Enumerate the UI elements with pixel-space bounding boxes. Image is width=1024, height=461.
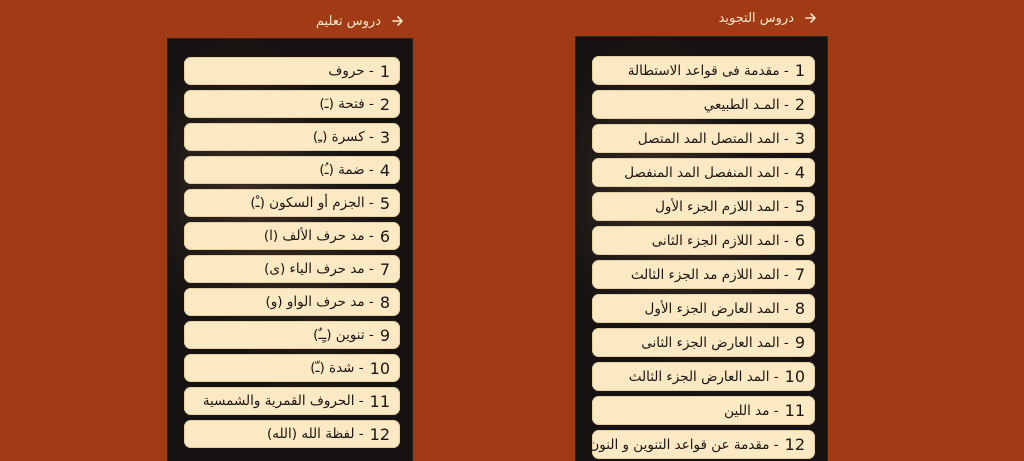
lesson-item[interactable]: 8 - مد حرف الواو (و) [184,288,400,316]
panel-taalim-title: دروس تعليم [315,13,381,29]
panel-tajweed-header[interactable]: دروس التجويد [708,6,818,30]
lesson-number: 7 [379,259,390,279]
lesson-number: 5 [379,193,390,213]
lesson-item[interactable]: 8 - المد العارض الجزء الأول [592,294,815,323]
lesson-item[interactable]: 12 - لفظة الله (الله) [184,420,400,448]
lesson-item[interactable]: 6 - المد اللازم الجزء الثانى [592,226,815,255]
lesson-number: 2 [794,95,805,114]
panel-tajweed-title: دروس التجويد [718,10,794,26]
lesson-item[interactable]: 12 - مقدمة عن قواعد التنوين و النون ... [592,430,815,459]
lesson-label: - المد المتصل المد المتصل [637,130,789,147]
lesson-label: - تنوين (ـٍـٌ) [313,327,374,343]
lesson-number: 3 [379,127,390,147]
lesson-number: 12 [369,424,390,444]
arrow-right-icon[interactable] [391,14,405,28]
lesson-item[interactable]: 9 - المد العارض الجزء الثانى [592,328,815,357]
lesson-label: - مد حرف الواو (و) [265,294,374,310]
lesson-item[interactable]: 6 - مد حرف الألف (ا) [184,222,400,250]
lesson-number: 9 [794,333,805,352]
lesson-label: - مقدمة عن قواعد التنوين و النون ... [592,436,779,453]
lesson-label: - كسرة (ـِ) [312,129,374,145]
lesson-label: - ضمة (ـُ) [319,162,374,178]
lesson-number: 1 [379,61,390,81]
lesson-number: 10 [369,358,390,378]
lesson-item[interactable]: 3 - كسرة (ـِ) [184,123,400,151]
lesson-item[interactable]: 11 - الحروف القمرية والشمسية [184,387,400,415]
lesson-item[interactable]: 7 - المد اللازم مد الجزء الثالث [592,260,815,289]
lesson-label: - مد اللين [724,402,779,419]
lesson-number: 10 [784,367,805,386]
panel-taalim-list: 1 - حروف 2 - فتحة (ـَ) 3 - كسرة (ـِ) 4 - ضمة… [167,38,413,461]
lesson-item[interactable]: 10 - المد العارض الجزء الثالث [592,362,815,391]
lesson-item[interactable]: 1 - حروف [184,57,400,85]
lesson-item[interactable]: 7 - مد حرف الياء (ى) [184,255,400,283]
lesson-label: - الجزم أو السكون (ـْ) [250,195,374,211]
lesson-label: - فتحة (ـَ) [319,96,374,112]
lesson-label: - المد اللازم الجزء الثانى [651,232,789,249]
lesson-label: - مد حرف الألف (ا) [263,228,374,244]
lesson-item[interactable]: 10 - شدة (ـّ) [184,354,400,382]
lesson-label: - المد العارض الجزء الثانى [641,334,789,351]
lesson-item[interactable]: 1 - مقدمة فى قواعد الاستطالة [592,56,815,85]
lesson-label: - شدة (ـّ) [310,360,364,376]
lesson-label: - مقدمة فى قواعد الاستطالة [627,62,789,79]
lesson-label: - المد العارض الجزء الثالث [628,368,779,385]
lesson-label: - المد اللازم الجزء الأول [655,198,789,215]
lesson-number: 5 [794,197,805,216]
lessons-page: دروس تعليم 1 - حروف 2 - فتحة (ـَ) 3 - كسرة … [0,0,1024,461]
lesson-label: - المـد الطبيعي [703,96,789,113]
lesson-label: - المد اللازم مد الجزء الثالث [630,266,789,283]
lesson-item[interactable]: 4 - ضمة (ـُ) [184,156,400,184]
lesson-item[interactable]: 5 - الجزم أو السكون (ـْ) [184,189,400,217]
arrow-right-icon[interactable] [804,11,818,25]
lesson-number: 11 [369,391,390,411]
lesson-number: 6 [794,231,805,250]
lesson-number: 6 [379,226,390,246]
lesson-item[interactable]: 2 - المـد الطبيعي [592,90,815,119]
lesson-item[interactable]: 3 - المد المتصل المد المتصل [592,124,815,153]
lesson-label: - المد العارض الجزء الأول [644,300,789,317]
lesson-label: - الحروف القمرية والشمسية [202,393,364,409]
lesson-number: 3 [794,129,805,148]
lesson-number: 8 [379,292,390,312]
lesson-item[interactable]: 11 - مد اللين [592,396,815,425]
lesson-label: - حروف [328,63,374,79]
lesson-number: 4 [379,160,390,180]
lesson-number: 4 [794,163,805,182]
lesson-number: 11 [784,401,805,420]
lesson-number: 7 [794,265,805,284]
lesson-number: 8 [794,299,805,318]
lesson-number: 1 [794,61,805,80]
lesson-label: - مد حرف الياء (ى) [264,261,374,277]
lesson-item[interactable]: 2 - فتحة (ـَ) [184,90,400,118]
lesson-item[interactable]: 4 - المد المنفصل المد المنفصل [592,158,815,187]
lesson-number: 2 [379,94,390,114]
lesson-label: - المد المنفصل المد المنفصل [624,164,789,181]
lesson-item[interactable]: 9 - تنوين (ـٍـٌ) [184,321,400,349]
lesson-number: 9 [379,325,390,345]
lesson-item[interactable]: 5 - المد اللازم الجزء الأول [592,192,815,221]
panel-taalim-header[interactable]: دروس تعليم [310,9,405,33]
lesson-number: 12 [784,435,805,454]
panel-tajweed-list: 1 - مقدمة فى قواعد الاستطالة 2 - المـد الط… [575,36,828,461]
lesson-label: - لفظة الله (الله) [266,426,364,442]
